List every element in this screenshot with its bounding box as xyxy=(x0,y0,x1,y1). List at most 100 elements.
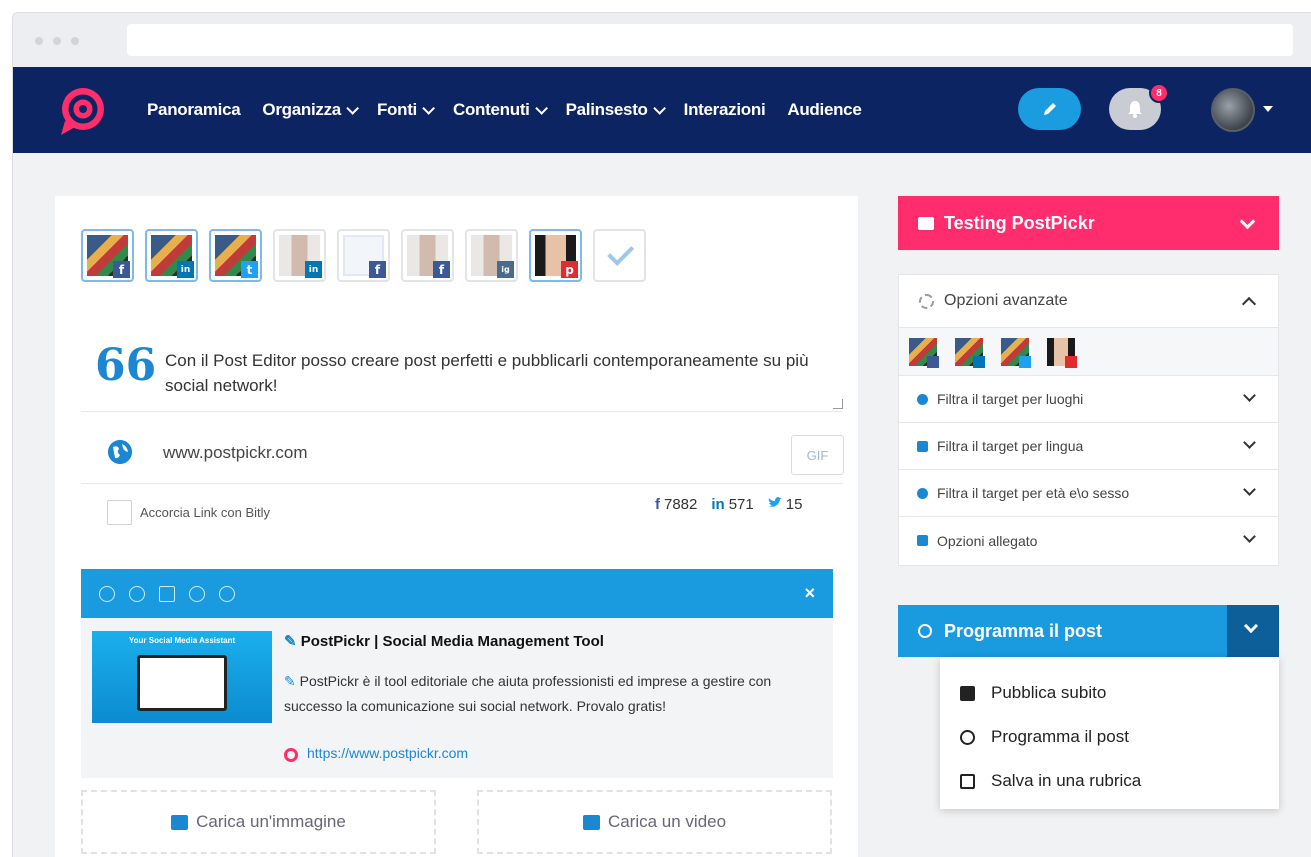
twitter-count: 15 xyxy=(768,496,803,513)
account-tab-twitter[interactable] xyxy=(1001,337,1031,368)
option-filter-location[interactable]: Filtra il target per luoghi xyxy=(899,376,1278,423)
option-filter-language[interactable]: Filtra il target per lingua xyxy=(899,423,1278,470)
globe-icon xyxy=(108,440,132,464)
link-preview: × Your Social Media Assistant ✎ PostPick… xyxy=(81,569,833,778)
profile-thumb-linkedin[interactable]: in xyxy=(273,229,326,282)
browser-chrome xyxy=(13,13,1311,67)
nav-palinsesto[interactable]: Palinsesto xyxy=(565,100,666,120)
image-icon[interactable] xyxy=(159,585,175,602)
postpickr-logo-icon[interactable] xyxy=(57,85,109,137)
bitly-label: Accorcia Link con Bitly xyxy=(140,505,271,520)
linkedin-icon xyxy=(973,355,985,368)
linkedin-icon: in xyxy=(305,261,322,278)
globe-icon xyxy=(917,393,928,405)
preview-toolbar: × xyxy=(81,569,833,618)
select-all-profiles[interactable] xyxy=(593,229,646,282)
arrow-left-icon[interactable] xyxy=(99,585,115,602)
profile-thumb-instagram[interactable]: ig xyxy=(465,229,518,282)
account-selector[interactable]: Testing PostPickr xyxy=(898,196,1279,250)
menu-item-publish-now[interactable]: Pubblica subito xyxy=(940,671,1279,715)
facebook-icon: f xyxy=(433,261,450,278)
upload-image-button[interactable]: Carica un'immagine xyxy=(81,790,436,854)
bell-icon xyxy=(1128,101,1142,118)
twitter-icon: t xyxy=(241,261,258,278)
user-icon xyxy=(917,487,928,499)
character-counts: f 7882 in 571 15 xyxy=(655,496,802,513)
count-value: 15 xyxy=(785,496,803,513)
linkedin-icon: in xyxy=(177,261,194,278)
option-attachment[interactable]: Opzioni allegato xyxy=(899,517,1278,564)
nav-fonti[interactable]: Fonti xyxy=(377,100,435,120)
browser-window: Panoramica Organizza Fonti Contenuti Pal… xyxy=(12,12,1311,857)
address-bar[interactable] xyxy=(127,24,1293,56)
nav-panoramica[interactable]: Panoramica xyxy=(147,100,241,120)
box-icon xyxy=(960,773,975,789)
caret-down-icon[interactable] xyxy=(1263,106,1273,112)
chevron-down-icon xyxy=(346,101,359,115)
post-text-area[interactable]: Con il Post Editor posso creare post per… xyxy=(165,348,855,398)
nav-contenuti[interactable]: Contenuti xyxy=(452,100,548,120)
preview-url[interactable]: https://www.postpickr.com xyxy=(307,745,468,761)
window-dot xyxy=(35,37,43,45)
option-label: Opzioni allegato xyxy=(937,532,1038,549)
account-tabs xyxy=(899,328,1278,376)
resize-handle-icon[interactable] xyxy=(833,399,843,409)
nav-label: Palinsesto xyxy=(565,100,648,119)
option-label: Filtra il target per luoghi xyxy=(937,391,1084,407)
clock-icon xyxy=(960,729,975,745)
nav-audience[interactable]: Audience xyxy=(787,100,861,120)
count-value: 571 xyxy=(728,496,754,513)
schedule-dropdown-menu: Pubblica subito Programma il post Salva … xyxy=(940,657,1279,809)
profile-thumb-facebook-page[interactable]: f xyxy=(337,229,390,282)
linkedin-count: in 571 xyxy=(711,496,753,513)
option-filter-age-gender[interactable]: Filtra il target per età e\o sesso xyxy=(899,470,1278,517)
profile-thumb-facebook[interactable]: f xyxy=(401,229,454,282)
schedule-dropdown-toggle[interactable] xyxy=(1227,605,1279,657)
compose-button[interactable] xyxy=(1018,88,1081,130)
notification-badge: 8 xyxy=(1149,83,1169,103)
instagram-icon: ig xyxy=(497,261,514,278)
preview-title[interactable]: ✎ PostPickr | Social Media Management To… xyxy=(284,632,604,650)
count-value: 7882 xyxy=(664,496,698,513)
film-icon xyxy=(582,814,600,830)
camera-icon xyxy=(917,535,928,546)
preview-description[interactable]: ✎ PostPickr è il tool editoriale che aiu… xyxy=(284,669,824,719)
chevron-down-icon xyxy=(652,101,666,115)
link-field[interactable]: www.postpickr.com xyxy=(163,443,308,463)
nav-organizza[interactable]: Organizza xyxy=(262,100,359,120)
post-editor: f in t in f f ig p 66 Con il Post Editor… xyxy=(55,196,858,857)
user-avatar[interactable] xyxy=(1211,88,1255,132)
profile-thumb-twitter[interactable]: t xyxy=(209,229,262,282)
bitly-checkbox[interactable] xyxy=(107,500,132,525)
facebook-count: f 7882 xyxy=(655,496,697,513)
nav-label: Interazioni xyxy=(683,100,766,119)
menu-item-schedule[interactable]: Programma il post xyxy=(940,715,1279,759)
chevron-up-icon xyxy=(1241,296,1257,312)
advanced-options-header[interactable]: Opzioni avanzate xyxy=(899,275,1278,328)
preview-description-text: PostPickr è il tool editoriale che aiuta… xyxy=(284,673,772,714)
menu-item-save-rubric[interactable]: Salva in una rubrica xyxy=(940,759,1279,803)
preview-image-caption: Your Social Media Assistant xyxy=(128,636,236,645)
facebook-icon xyxy=(927,355,939,368)
preview-image[interactable]: Your Social Media Assistant xyxy=(92,631,272,723)
profile-thumb-facebook[interactable]: f xyxy=(81,229,134,282)
account-tab-facebook[interactable] xyxy=(909,337,939,368)
upload-video-button[interactable]: Carica un video xyxy=(477,790,832,854)
advanced-options-panel: Opzioni avanzate Filtra il target per lu… xyxy=(898,274,1279,566)
nav-label: Contenuti xyxy=(452,100,530,119)
disable-icon[interactable] xyxy=(219,585,235,602)
close-icon[interactable]: × xyxy=(804,583,815,604)
account-tab-pinterest[interactable] xyxy=(1047,337,1077,368)
profile-thumb-pinterest[interactable]: p xyxy=(529,229,582,282)
schedule-button[interactable]: Programma il post xyxy=(898,605,1279,657)
profile-thumb-linkedin[interactable]: in xyxy=(145,229,198,282)
arrow-right-icon[interactable] xyxy=(129,585,145,602)
cloud-upload-icon[interactable] xyxy=(189,585,205,602)
gear-icon xyxy=(919,293,934,309)
postpickr-icon xyxy=(284,748,298,762)
gif-button[interactable]: GIF xyxy=(791,435,844,475)
nav-interazioni[interactable]: Interazioni xyxy=(684,100,766,120)
account-tab-linkedin[interactable] xyxy=(955,337,985,368)
window-dot xyxy=(71,37,79,45)
menu-item-label: Salva in una rubrica xyxy=(991,771,1142,790)
